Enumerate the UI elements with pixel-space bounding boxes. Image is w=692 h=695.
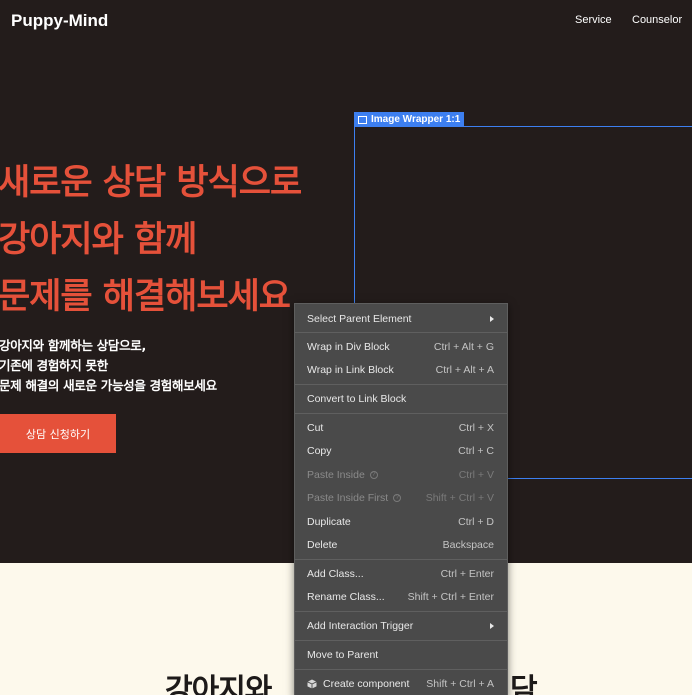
menu-item-label: Move to Parent: [307, 648, 379, 661]
menu-item-label: Wrap in Link Block: [307, 363, 394, 376]
menu-item-wrap-link[interactable]: Wrap in Link Block Ctrl + Alt + A: [295, 358, 507, 381]
selection-badge[interactable]: Image Wrapper 1:1: [354, 112, 465, 127]
menu-item-delete[interactable]: Delete Backspace: [295, 533, 507, 556]
nav-link-counselor[interactable]: Counselor: [632, 14, 682, 26]
menu-item-shortcut: Ctrl + X: [458, 421, 494, 434]
menu-item-shortcut: Ctrl + Enter: [440, 567, 494, 580]
menu-item-label: Delete: [307, 538, 338, 551]
nav-link-service[interactable]: Service: [575, 14, 612, 26]
menu-divider: [295, 413, 507, 414]
menu-item-shortcut: Shift + Ctrl + Enter: [407, 590, 494, 603]
menu-item-label: Copy: [307, 444, 332, 457]
menu-item-paste-inside: Paste Inside ? Ctrl + V: [295, 463, 507, 486]
menu-item-shortcut: Ctrl + C: [458, 444, 494, 457]
element-square-icon: [358, 115, 367, 124]
site-logo[interactable]: Puppy-Mind: [11, 11, 108, 31]
menu-item-convert-link[interactable]: Convert to Link Block: [295, 387, 507, 410]
menu-item-shortcut: Ctrl + V: [458, 468, 494, 481]
context-menu: Select Parent Element Wrap in Div Block …: [294, 303, 508, 695]
section-heading-right: 담: [510, 673, 538, 695]
hero-headline: 새로운 상담 방식으로 강아지와 함께 문제를 해결해보세요: [0, 155, 302, 326]
menu-item-shortcut: Ctrl + Alt + A: [435, 363, 494, 376]
menu-item-add-interaction[interactable]: Add Interaction Trigger: [295, 614, 507, 637]
menu-item-label: Create component: [323, 677, 410, 690]
submenu-arrow-icon: [490, 315, 494, 322]
menu-item-label: Add Class...: [307, 567, 364, 580]
menu-item-label: Cut: [307, 421, 324, 434]
hero-subtext-line: 강아지와 함께하는 상담으로,: [0, 338, 146, 353]
menu-item-paste-inside-first: Paste Inside First ? Shift + Ctrl + V: [295, 486, 507, 509]
menu-item-shortcut: Backspace: [442, 538, 494, 551]
menu-item-label: Convert to Link Block: [307, 392, 407, 405]
cta-button[interactable]: 상담 신청하기: [0, 414, 116, 453]
menu-item-copy[interactable]: Copy Ctrl + C: [295, 439, 507, 462]
help-icon: ?: [393, 493, 402, 502]
hero-headline-line: 문제를 해결해보세요: [0, 277, 291, 317]
hero-headline-line: 강아지와 함께: [0, 220, 197, 260]
menu-item-label: Duplicate: [307, 515, 351, 528]
menu-divider: [295, 559, 507, 560]
menu-item-label: Add Interaction Trigger: [307, 619, 414, 632]
menu-item-label: Paste Inside First: [307, 491, 389, 504]
menu-item-label: Rename Class...: [307, 590, 385, 603]
selection-badge-label: Image Wrapper 1:1: [371, 114, 461, 125]
cube-icon: [307, 679, 317, 688]
menu-item-shortcut: Shift + Ctrl + V: [425, 491, 494, 504]
menu-divider: [295, 384, 507, 385]
menu-item-wrap-div[interactable]: Wrap in Div Block Ctrl + Alt + G: [295, 335, 507, 358]
menu-item-label: Select Parent Element: [307, 312, 412, 325]
menu-item-create-component[interactable]: Create component Shift + Ctrl + A: [295, 672, 507, 695]
menu-item-label: Wrap in Div Block: [307, 340, 390, 353]
hero-subtext: 강아지와 함께하는 상담으로, 기존에 경험하지 못한 문제 해결의 새로운 가…: [0, 336, 217, 396]
menu-divider: [295, 332, 507, 333]
menu-item-add-class[interactable]: Add Class... Ctrl + Enter: [295, 562, 507, 585]
section-heading-left: 강아지와: [165, 673, 272, 695]
menu-divider: [295, 611, 507, 612]
menu-item-shortcut: Ctrl + D: [458, 515, 494, 528]
menu-item-shortcut: Shift + Ctrl + A: [426, 677, 494, 690]
menu-item-move-to-parent[interactable]: Move to Parent: [295, 643, 507, 666]
menu-item-rename-class[interactable]: Rename Class... Shift + Ctrl + Enter: [295, 585, 507, 608]
help-icon: ?: [369, 470, 378, 479]
menu-item-cut[interactable]: Cut Ctrl + X: [295, 416, 507, 439]
hero-subtext-line: 문제 해결의 새로운 가능성을 경험해보세요: [0, 378, 217, 393]
menu-divider: [295, 640, 507, 641]
menu-item-select-parent[interactable]: Select Parent Element: [295, 307, 507, 330]
submenu-arrow-icon: [490, 622, 494, 629]
menu-item-label: Paste Inside: [307, 468, 365, 481]
menu-item-duplicate[interactable]: Duplicate Ctrl + D: [295, 510, 507, 533]
menu-item-shortcut: Ctrl + Alt + G: [433, 340, 494, 353]
hero-headline-line: 새로운 상담 방식으로: [0, 163, 302, 203]
menu-divider: [295, 669, 507, 670]
hero-subtext-line: 기존에 경험하지 못한: [0, 358, 108, 373]
